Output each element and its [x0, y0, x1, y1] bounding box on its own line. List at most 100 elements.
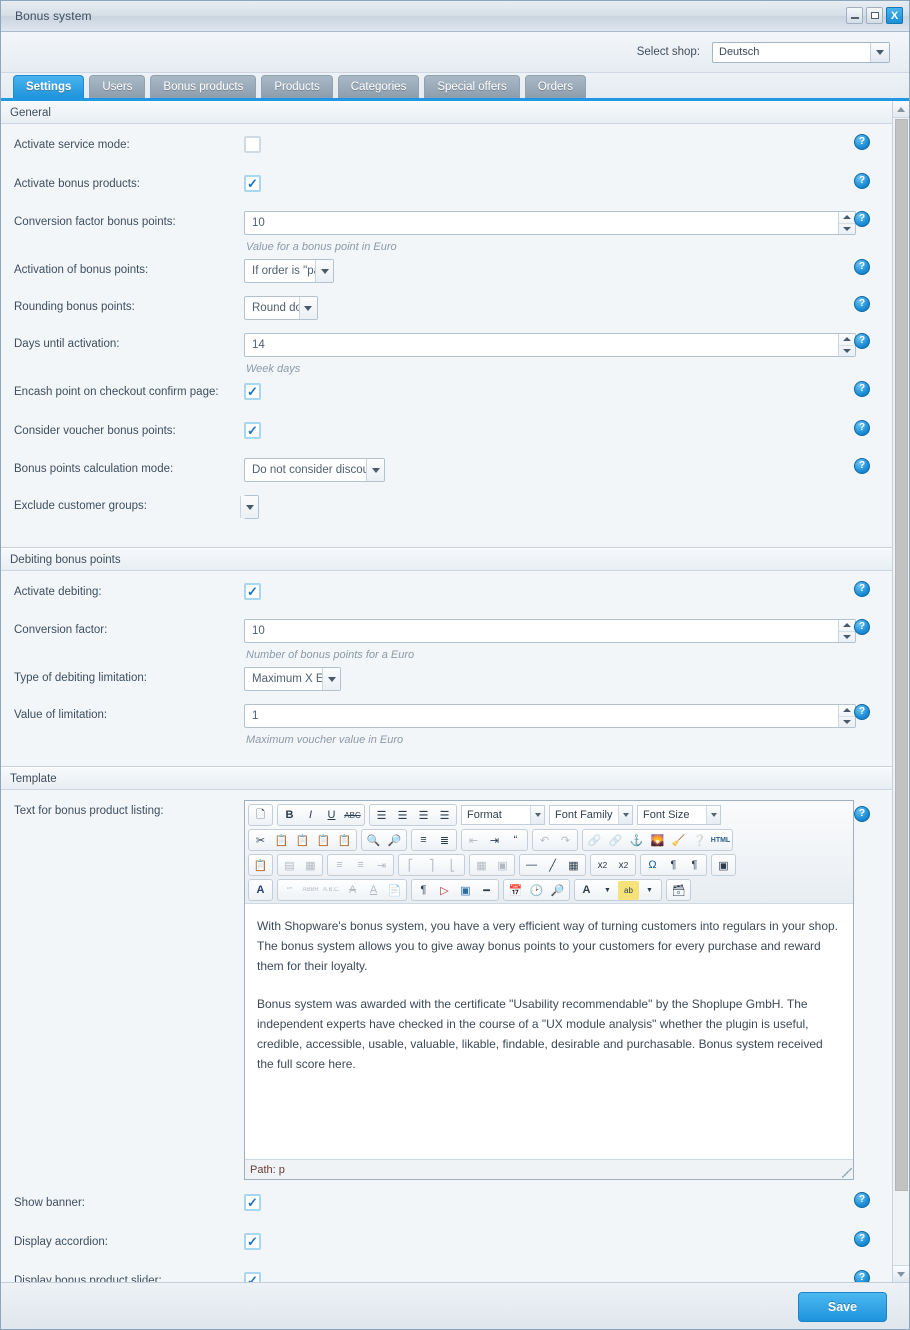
font-size-select[interactable]: Font Size — [637, 805, 721, 825]
table-row-props-icon[interactable]: ▤ — [279, 856, 300, 875]
row-delete-icon[interactable]: ⇥ — [371, 856, 392, 875]
scrollbar-thumb[interactable] — [895, 119, 908, 1191]
insert-image-icon[interactable]: 🌄 — [647, 831, 668, 850]
help-icon[interactable]: ❔ — [689, 831, 710, 850]
copy-icon[interactable]: 📋 — [271, 831, 292, 850]
rtl-icon[interactable]: ¶ — [684, 856, 705, 875]
checkbox-consider-voucher-bonus-points[interactable]: ✓ — [244, 422, 261, 439]
input-conversion-factor-bonus-points[interactable]: 10 — [244, 211, 856, 235]
spinner-down-icon[interactable] — [839, 346, 855, 357]
paste-text-icon[interactable]: 📋 — [313, 831, 334, 850]
help-icon-activate-service-mode[interactable]: ? — [854, 134, 870, 150]
chevron-down-icon[interactable]: ▼ — [639, 881, 660, 900]
cut-icon[interactable]: ✂ — [250, 831, 271, 850]
tab-users[interactable]: Users — [89, 75, 146, 98]
help-icon-show-banner[interactable]: ? — [854, 1192, 870, 1208]
select-bonus-points-calculation-mode[interactable]: Do not consider discounts — [244, 458, 386, 482]
input-conversion-factor[interactable]: 10 — [244, 619, 856, 643]
help-icon-value-of-limitation[interactable]: ? — [854, 704, 870, 720]
align-justify-icon[interactable]: ☰ — [434, 806, 455, 825]
input-days-until-activation[interactable]: 14 — [244, 333, 856, 357]
font-family-select[interactable]: Font Family — [549, 805, 633, 825]
bullet-list-icon[interactable]: ≡ — [413, 831, 434, 850]
redo-icon[interactable]: ↷ — [555, 831, 576, 850]
ltr-icon[interactable]: ¶ — [663, 856, 684, 875]
nonbreaking-icon[interactable]: ▷ — [434, 881, 455, 900]
scroll-down-button[interactable] — [893, 1265, 909, 1282]
checkbox-encash-point-checkout[interactable]: ✓ — [244, 383, 261, 400]
strikethrough-icon[interactable]: ABC — [342, 806, 363, 825]
tab-special-offers[interactable]: Special offers — [424, 75, 520, 98]
table-cell-props-icon[interactable]: ▦ — [300, 856, 321, 875]
insert-layer-icon[interactable]: ▣ — [455, 881, 476, 900]
col-delete-icon[interactable]: ⎣ — [442, 856, 463, 875]
underline-icon[interactable]: U — [321, 806, 342, 825]
help-icon-display-bonus-product-slider[interactable]: ? — [854, 1270, 870, 1282]
merge-cells-icon[interactable]: ▣ — [492, 856, 513, 875]
format-select[interactable]: Format — [461, 805, 545, 825]
tab-settings[interactable]: Settings — [13, 75, 85, 98]
numbered-list-icon[interactable]: ≣ — [434, 831, 455, 850]
maximize-button[interactable] — [866, 7, 883, 24]
row-insert-after-icon[interactable]: ≡ — [350, 856, 371, 875]
checkbox-display-accordion[interactable]: ✓ — [244, 1233, 261, 1250]
spinner-up-icon[interactable] — [839, 334, 855, 346]
tab-products[interactable]: Products — [261, 75, 333, 98]
html-source-icon[interactable]: HTML — [710, 831, 731, 850]
paste-icon[interactable]: 📋 — [292, 831, 313, 850]
delete-text-icon[interactable]: A — [342, 881, 363, 900]
scroll-up-button[interactable] — [893, 101, 909, 118]
vertical-scrollbar[interactable] — [892, 101, 909, 1282]
spinner-up-icon[interactable] — [839, 620, 855, 632]
help-icon-bonus-points-calculation-mode[interactable]: ? — [854, 458, 870, 474]
checkbox-activate-bonus-products[interactable]: ✓ — [244, 175, 261, 192]
subscript-icon[interactable]: x2 — [592, 856, 613, 875]
fullscreen-icon[interactable]: ▣ — [713, 856, 734, 875]
preview-icon[interactable]: 🔎 — [547, 881, 568, 900]
insert-date-icon[interactable]: 📅 — [505, 881, 526, 900]
align-right-icon[interactable]: ☰ — [413, 806, 434, 825]
spinner-up-icon[interactable] — [839, 705, 855, 717]
help-icon-activation-of-bonus-points[interactable]: ? — [854, 259, 870, 275]
edit-table-icon[interactable]: 📋 — [250, 856, 271, 875]
close-button[interactable]: X — [886, 7, 903, 24]
remove-format-icon[interactable]: ╱ — [542, 856, 563, 875]
shop-select[interactable]: Deutsch — [712, 41, 890, 63]
text-color-icon[interactable]: A — [576, 881, 597, 900]
help-icon-conversion-factor[interactable]: ? — [854, 619, 870, 635]
help-icon-consider-voucher-bonus-points[interactable]: ? — [854, 420, 870, 436]
abbreviation-icon[interactable]: ABBR — [300, 881, 321, 900]
styles-icon[interactable]: A — [250, 881, 271, 900]
tab-orders[interactable]: Orders — [524, 75, 586, 98]
spinner-up-icon[interactable] — [839, 212, 855, 224]
spinner-down-icon[interactable] — [839, 717, 855, 728]
outdent-icon[interactable]: ⇤ — [463, 831, 484, 850]
new-document-icon[interactable]: 🗋 — [250, 806, 271, 825]
col-insert-before-icon[interactable]: ⎡ — [400, 856, 421, 875]
anchor-icon[interactable]: ⚓ — [626, 831, 647, 850]
col-insert-after-icon[interactable]: ⎤ — [421, 856, 442, 875]
indent-icon[interactable]: ⇥ — [484, 831, 505, 850]
undo-icon[interactable]: ↶ — [534, 831, 555, 850]
checkbox-activate-service-mode[interactable] — [244, 136, 261, 153]
select-activation-of-bonus-points[interactable]: If order is "paid" — [244, 259, 335, 283]
help-icon-display-accordion[interactable]: ? — [854, 1231, 870, 1247]
help-icon-rounding-bonus-points[interactable]: ? — [854, 296, 870, 312]
insert-template-icon[interactable]: 🗃 — [668, 881, 689, 900]
spinner-down-icon[interactable] — [839, 224, 855, 235]
tab-categories[interactable]: Categories — [337, 75, 420, 98]
acronym-icon[interactable]: A.B.C. — [321, 881, 342, 900]
checkbox-activate-debiting[interactable]: ✓ — [244, 583, 261, 600]
checkbox-show-banner[interactable]: ✓ — [244, 1194, 261, 1211]
attributes-icon[interactable]: 📄 — [384, 881, 405, 900]
background-color-icon[interactable]: ab — [618, 880, 639, 900]
special-char-icon[interactable]: Ω — [642, 856, 663, 875]
help-icon-text-for-bonus-product-listing[interactable]: ? — [854, 806, 870, 822]
select-type-of-debiting-limitation[interactable]: Maximum X EUR — [244, 667, 342, 691]
editor-resize-handle[interactable] — [842, 1168, 852, 1178]
show-blocks-icon[interactable]: ¶ — [413, 881, 434, 900]
help-icon-encash-point-checkout[interactable]: ? — [854, 381, 870, 397]
tab-bonus-products[interactable]: Bonus products — [150, 75, 257, 98]
select-rounding-bonus-points[interactable]: Round down — [244, 296, 318, 320]
horizontal-rule-icon[interactable]: — — [521, 856, 542, 875]
